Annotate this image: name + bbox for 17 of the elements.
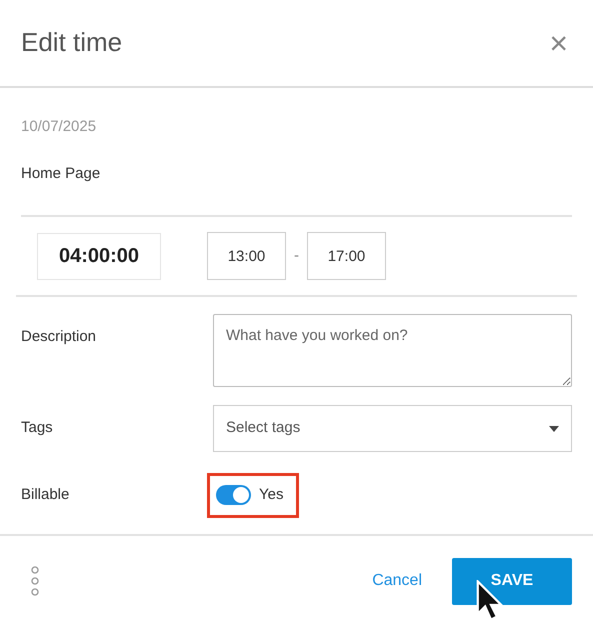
field-label: Tags bbox=[21, 418, 54, 438]
caret-icon bbox=[549, 426, 559, 432]
tags-dropdown[interactable]: Select tags bbox=[213, 405, 572, 452]
dialog-title: Edit time bbox=[21, 27, 122, 59]
end-time-field[interactable]: 17:00 bbox=[307, 232, 386, 280]
entry-date: 10/07/2025 bbox=[21, 117, 96, 137]
duration-field[interactable]: 04:00:00 bbox=[37, 232, 161, 280]
project-name: Home Page bbox=[21, 164, 100, 184]
description-field[interactable]: What have you worked on? bbox=[213, 314, 572, 387]
time-separator: - bbox=[294, 246, 299, 266]
close-button[interactable]: × bbox=[545, 27, 572, 59]
start-time-field[interactable]: 13:00 bbox=[207, 232, 286, 280]
toggle-switch[interactable] bbox=[216, 485, 251, 506]
toggle-label: Yes bbox=[259, 485, 284, 505]
field-label: Description bbox=[21, 327, 98, 347]
more-options-icon[interactable] bbox=[30, 565, 40, 597]
field-label: Billable bbox=[21, 485, 70, 505]
